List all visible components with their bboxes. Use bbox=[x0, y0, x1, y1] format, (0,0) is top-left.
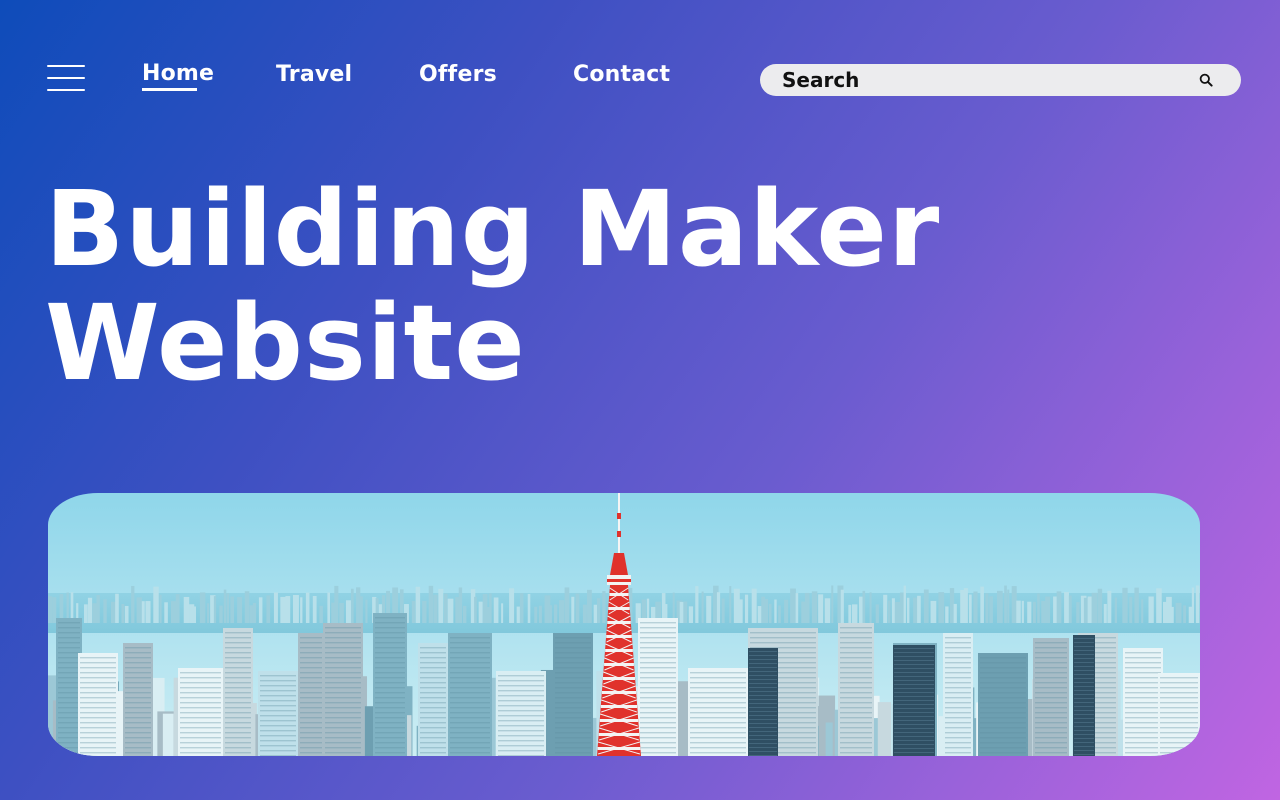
city-skyline-image bbox=[48, 493, 1200, 756]
hero-title: Building Maker Website bbox=[45, 172, 940, 400]
nav-link-travel[interactable]: Travel bbox=[276, 62, 352, 87]
nav-link-home[interactable]: Home bbox=[142, 61, 214, 91]
nav-link-contact[interactable]: Contact bbox=[573, 62, 670, 87]
city-skyline-illustration bbox=[48, 493, 1200, 756]
search-bar bbox=[760, 64, 1241, 96]
hamburger-menu-icon[interactable] bbox=[47, 64, 85, 92]
menu-line bbox=[47, 89, 85, 91]
menu-line bbox=[47, 77, 85, 79]
hero-title-line-1: Building Maker bbox=[45, 168, 941, 290]
menu-line bbox=[47, 65, 85, 67]
nav-link-offers[interactable]: Offers bbox=[419, 62, 497, 87]
search-icon[interactable] bbox=[1199, 73, 1213, 87]
search-input[interactable] bbox=[782, 66, 1182, 94]
hero-title-line-2: Website bbox=[45, 282, 526, 404]
